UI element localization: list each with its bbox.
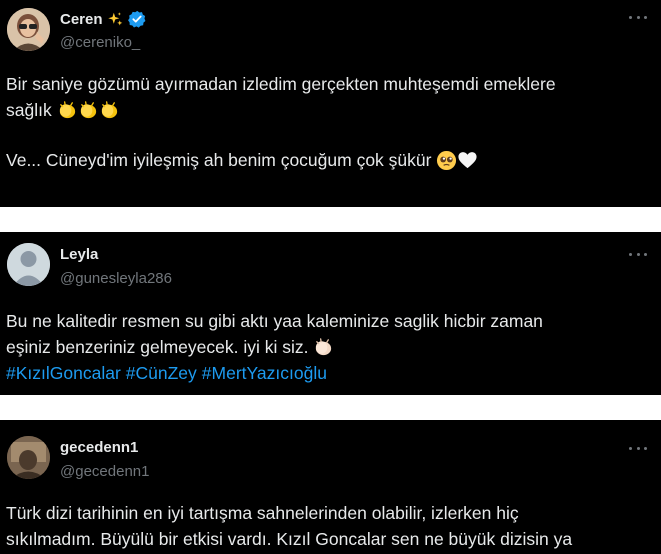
display-name[interactable]: Ceren (60, 11, 103, 28)
more-horizontal-icon[interactable] (629, 251, 647, 257)
tweet-card[interactable]: Ceren @cereniko_ Bir saniye gözümü ayırm… (0, 0, 661, 207)
clapping-hands-icon (57, 100, 78, 121)
display-name[interactable]: Leyla (60, 246, 98, 263)
user-handle[interactable]: @gecedenn1 (60, 463, 149, 480)
white-heart-icon (457, 150, 478, 171)
tweet-text-line: Türk dizi tarihinin en iyi tartışma sahn… (6, 503, 519, 523)
tweet-card[interactable]: gecedenn1 @gecedenn1 Türk dizi tarihinin… (0, 420, 661, 554)
tweet-text: Bir saniye gözümü ayırmadan izledim gerç… (6, 71, 651, 173)
tweet-card[interactable]: Leyla @gunesleyla286 Bu ne kalitedir res… (0, 232, 661, 395)
verified-badge-icon (127, 10, 146, 28)
avatar[interactable] (7, 436, 50, 479)
tweet-text-line: sıkılmadım. Büyülü bir etkisi vardı. Kız… (6, 529, 573, 549)
clapping-hands-icon (313, 337, 334, 358)
sparkles-icon (107, 11, 124, 28)
tweet-text-line: Bu ne kalitedir resmen su gibi aktı yaa … (6, 311, 543, 331)
avatar[interactable] (7, 243, 50, 286)
avatar[interactable] (7, 8, 50, 51)
clapping-hands-icon (99, 100, 120, 121)
tweet-text-line: Ve... Cüneyd'im iyileşmiş ah benim çocuğ… (6, 150, 432, 170)
hashtag-link[interactable]: #CünZey (126, 360, 197, 386)
user-handle[interactable]: @gunesleyla286 (60, 270, 172, 287)
tweet-text-line: Bir saniye gözümü ayırmadan izledim gerç… (6, 74, 556, 94)
tweet-text-line: eşiniz benzeriniz gelmeyecek. iyi ki siz… (6, 337, 309, 357)
tweet-text-line: sağlık (6, 100, 52, 120)
pleading-face-icon (436, 150, 457, 171)
more-horizontal-icon[interactable] (629, 14, 647, 20)
hashtag-link[interactable]: #KızılGoncalar (6, 360, 121, 386)
more-horizontal-icon[interactable] (629, 445, 647, 451)
tweet-text: Bu ne kalitedir resmen su gibi aktı yaa … (6, 308, 651, 386)
tweet-text: Türk dizi tarihinin en iyi tartışma sahn… (6, 500, 651, 552)
user-handle[interactable]: @cereniko_ (60, 34, 140, 51)
clapping-hands-icon (78, 100, 99, 121)
hashtag-link[interactable]: #MertYazıcıoğlu (202, 360, 327, 386)
display-name[interactable]: gecedenn1 (60, 439, 138, 456)
